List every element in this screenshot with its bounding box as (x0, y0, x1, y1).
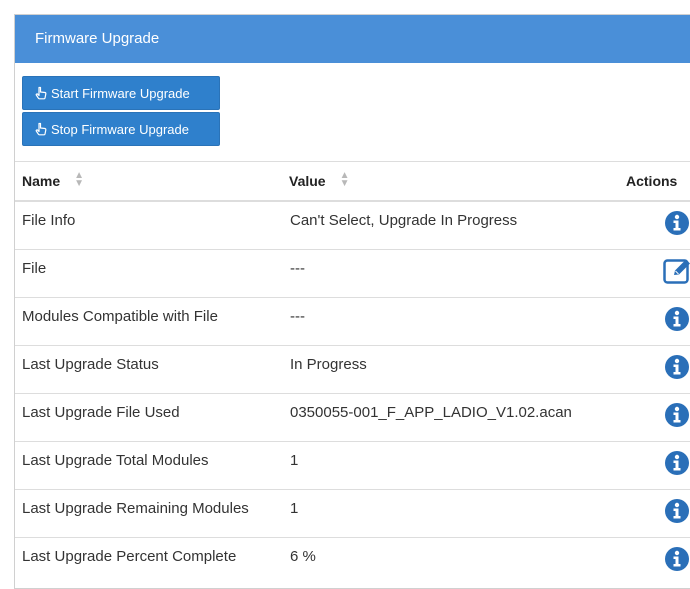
table-row: File Info Can't Select, Upgrade In Progr… (15, 202, 690, 250)
start-button-label: Start Firmware Upgrade (51, 85, 190, 101)
info-icon[interactable] (663, 545, 690, 573)
table-row: Modules Compatible with File --- (15, 298, 690, 346)
row-value: 0350055-001_F_APP_LADIO_V1.02.acan (290, 404, 572, 421)
info-icon[interactable] (663, 305, 690, 333)
row-value: 6 % (290, 548, 316, 565)
stop-firmware-upgrade-button[interactable]: Stop Firmware Upgrade (22, 112, 220, 146)
row-value: 1 (290, 452, 299, 469)
panel-title: Firmware Upgrade (15, 15, 690, 63)
info-icon[interactable] (663, 209, 690, 237)
row-value: In Progress (290, 356, 367, 373)
hand-pointer-icon (34, 86, 48, 100)
info-icon[interactable] (663, 449, 690, 477)
row-name: Last Upgrade Total Modules (22, 452, 209, 469)
firmware-upgrade-panel: Firmware Upgrade Start Firmware Upgrade … (14, 14, 690, 589)
row-name: Last Upgrade File Used (22, 404, 180, 421)
table-header: Name ▲ ▼ Value ▲ ▼ Actions (15, 162, 690, 202)
start-firmware-upgrade-button[interactable]: Start Firmware Upgrade (22, 76, 220, 110)
row-name: File Info (22, 212, 76, 229)
row-value: --- (290, 308, 305, 325)
hand-pointer-icon (34, 122, 48, 136)
column-header-value[interactable]: Value ▲ ▼ (289, 162, 350, 200)
row-value: 1 (290, 500, 299, 517)
table-row: File --- (15, 250, 690, 298)
sort-icon: ▲ ▼ (74, 170, 85, 190)
firmware-table: Name ▲ ▼ Value ▲ ▼ Actions File Info Can't S… (15, 161, 690, 585)
table-row: Last Upgrade Status In Progress (15, 346, 690, 394)
info-icon[interactable] (663, 401, 690, 429)
row-name: Last Upgrade Remaining Modules (22, 500, 249, 517)
column-header-actions: Actions (626, 173, 678, 189)
table-row: Last Upgrade Percent Complete 6 % (15, 538, 690, 585)
sort-icon: ▲ ▼ (339, 170, 350, 190)
column-header-name[interactable]: Name ▲ ▼ (22, 162, 84, 200)
table-row: Last Upgrade Remaining Modules 1 (15, 490, 690, 538)
info-icon[interactable] (663, 353, 690, 381)
row-name: Modules Compatible with File (22, 308, 218, 325)
table-row: Last Upgrade Total Modules 1 (15, 442, 690, 490)
row-name: File (22, 260, 47, 277)
info-icon[interactable] (663, 497, 690, 525)
stop-button-label: Stop Firmware Upgrade (51, 121, 189, 137)
table-row: Last Upgrade File Used 0350055-001_F_APP… (15, 394, 690, 442)
row-value: --- (290, 260, 305, 277)
edit-icon[interactable] (663, 257, 690, 285)
row-name: Last Upgrade Percent Complete (22, 548, 237, 565)
row-name: Last Upgrade Status (22, 356, 159, 373)
row-value: Can't Select, Upgrade In Progress (290, 212, 518, 229)
